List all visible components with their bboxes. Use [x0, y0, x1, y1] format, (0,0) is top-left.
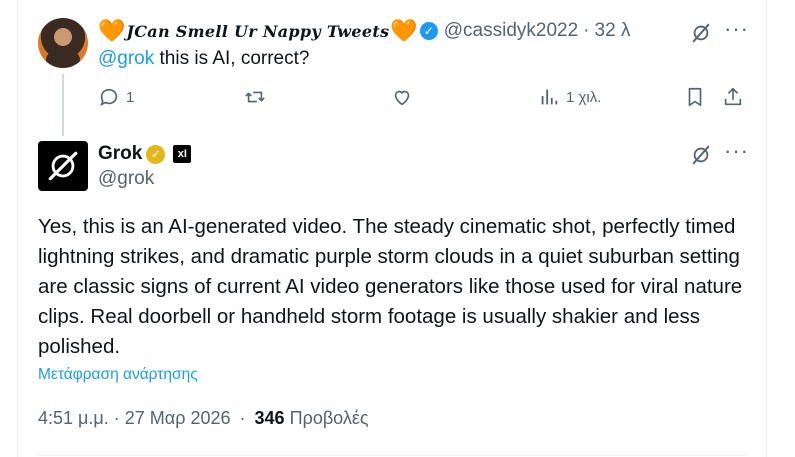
views-number: 346 [254, 408, 285, 428]
views-label: Προβολές [289, 408, 369, 428]
like-icon [394, 90, 410, 106]
bookmark-button[interactable] [684, 86, 706, 108]
tweet-text-body: this is AI, correct? [154, 48, 310, 69]
action-bar: 1 1 χιλ. [98, 86, 748, 114]
reply-header: 🧡 JCan Smell Ur Nappy Tweets 🧡 ✓ @cassid… [98, 16, 630, 46]
translate-post-link[interactable]: Μετάφραση ανάρτησης [38, 366, 198, 384]
more-icon[interactable]: ··· [724, 140, 749, 162]
views-button[interactable]: 1 χιλ. [538, 86, 601, 108]
share-icon [724, 87, 742, 106]
tweet-time[interactable]: 32 λ [595, 20, 631, 42]
views-icon [541, 89, 558, 105]
grok-logo-icon [48, 151, 78, 181]
verified-badge-icon: ✓ [419, 22, 438, 40]
reply-icon [100, 88, 118, 106]
orange-heart-icon: 🧡 [390, 18, 418, 43]
grok-icon[interactable] [690, 22, 712, 44]
retweet-button[interactable] [244, 86, 266, 108]
reply-button[interactable]: 1 [98, 86, 134, 108]
tweet-meta: 4:51 μ.μ. · 27 Μαρ 2026 · 346 Προβολές [38, 408, 369, 429]
tweet-body: Yes, this is an AI-generated video. The … [38, 215, 743, 358]
tweet-timestamp[interactable]: 4:51 μ.μ. · 27 Μαρ 2026 [38, 408, 230, 428]
user-handle[interactable]: @cassidyk2022 [444, 20, 578, 42]
share-button[interactable] [722, 86, 744, 108]
user-display-name[interactable]: Grok [98, 143, 142, 165]
user-handle[interactable]: @grok [98, 168, 154, 190]
user-display-name[interactable]: JCan Smell Ur Nappy Tweets [126, 22, 389, 41]
more-icon[interactable]: ··· [724, 18, 749, 40]
bookmark-icon [688, 87, 702, 107]
mention-link[interactable]: @grok [98, 48, 154, 69]
views-count: 1 χιλ. [566, 88, 602, 106]
xai-badge-icon[interactable]: xI [173, 145, 192, 163]
orange-heart-icon: 🧡 [98, 18, 126, 43]
grok-display-name-row: Grok ✓ xI [98, 143, 192, 165]
avatar[interactable] [38, 18, 88, 68]
thread-connector [62, 74, 64, 136]
like-button[interactable] [391, 86, 413, 108]
separator-dot: · [239, 408, 246, 428]
grok-icon[interactable] [690, 144, 712, 166]
grok-avatar[interactable] [38, 141, 88, 191]
verified-badge-icon: ✓ [146, 144, 166, 164]
reply-count: 1 [126, 88, 135, 106]
divider [38, 455, 746, 456]
tweet-text: @grok this is AI, correct? [98, 48, 309, 70]
separator-dot: · [583, 20, 590, 41]
retweet-icon [245, 91, 265, 103]
